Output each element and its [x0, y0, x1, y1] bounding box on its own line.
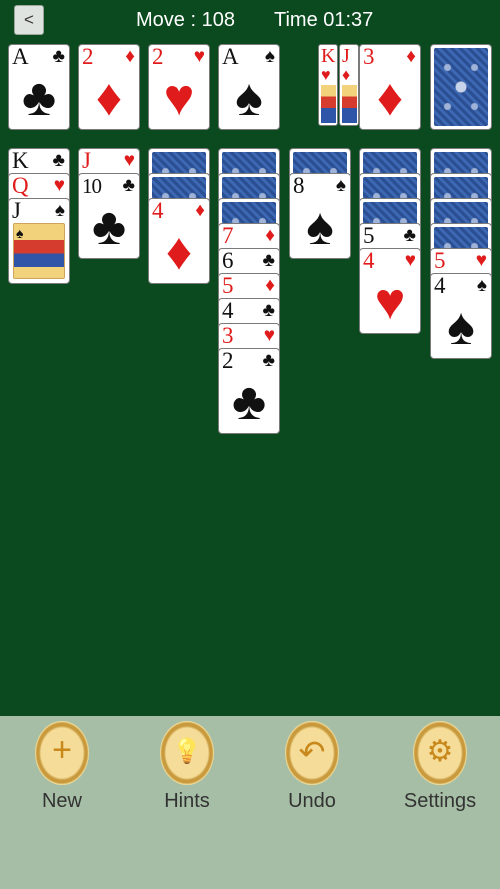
club-icon: ♣	[231, 373, 267, 431]
settings-button[interactable]: ⚙ Settings	[390, 721, 490, 813]
club-icon: ♣	[122, 175, 135, 196]
stock-pile[interactable]	[430, 44, 492, 130]
waste-card-jack: J ♦	[339, 44, 359, 126]
card-rank: 10	[82, 174, 102, 198]
card-rank: 8	[293, 173, 305, 198]
spade-icon: ♠	[235, 69, 263, 127]
club-icon: ♣	[262, 250, 275, 271]
heart-icon: ♥	[193, 46, 205, 67]
card-rank: 3	[363, 44, 375, 69]
heart-icon: ♥	[321, 67, 331, 84]
card-rank: K	[321, 45, 336, 67]
bottom-toolbar: + New 💡 Hints ↶ Undo ⚙ Settings	[0, 716, 500, 889]
new-label: New	[41, 790, 82, 812]
heart-icon: ♥	[404, 250, 416, 271]
card-rank: J	[342, 45, 350, 67]
card-rank: 6	[222, 248, 234, 273]
lightbulb-icon: 💡	[160, 721, 214, 785]
diamond-icon: ♦	[406, 46, 416, 67]
plus-icon: +	[35, 721, 89, 785]
card-rank: 7	[222, 223, 234, 248]
diamond-icon: ♦	[95, 69, 123, 127]
jack-portrait: ♠	[13, 223, 65, 279]
card-rank: 2	[152, 44, 164, 69]
card-rank: K	[12, 148, 29, 173]
card-rank: 5	[363, 223, 375, 248]
foundation-diamonds[interactable]: 2 ♦ ♦	[78, 44, 140, 130]
diamond-icon: ♦	[376, 69, 404, 127]
undo-button[interactable]: ↶ Undo	[262, 721, 362, 813]
diamond-icon: ♦	[342, 67, 351, 84]
tableau-card[interactable]: 2 ♣ ♣	[218, 348, 280, 434]
undo-icon: ↶	[285, 721, 339, 785]
card-rank: A	[12, 44, 29, 69]
tableau-card[interactable]: J ♠ ♠	[8, 198, 70, 284]
card-rank: 2	[82, 44, 94, 69]
club-icon: ♣	[52, 150, 65, 171]
timer: Time 01:37	[274, 9, 374, 31]
undo-label: Undo	[288, 790, 336, 812]
tableau-card[interactable]: 10 ♣ ♣	[78, 173, 140, 259]
club-icon: ♣	[91, 198, 127, 256]
new-game-button[interactable]: + New	[12, 721, 112, 813]
foundation-hearts[interactable]: 2 ♥ ♥	[148, 44, 210, 130]
foundation-clubs[interactable]: A ♣ ♣	[8, 44, 70, 130]
card-rank: 4	[434, 273, 446, 298]
move-counter: Move : 108	[136, 9, 235, 31]
heart-icon: ♥	[163, 69, 195, 127]
card-rank: 5	[434, 248, 446, 273]
club-icon: ♣	[52, 46, 65, 67]
card-rank: 4	[222, 298, 234, 323]
hints-label: Hints	[164, 790, 210, 812]
diamond-icon: ♦	[165, 223, 193, 281]
back-button[interactable]: <	[14, 5, 44, 35]
heart-icon: ♥	[263, 325, 275, 346]
tableau-card[interactable]: 8 ♠ ♠	[289, 173, 351, 259]
hints-button[interactable]: 💡 Hints	[137, 721, 237, 813]
spade-icon: ♠	[306, 198, 334, 256]
spade-icon: ♠	[264, 46, 275, 67]
foundation-spades[interactable]: A ♠ ♠	[218, 44, 280, 130]
diamond-icon: ♦	[125, 46, 135, 67]
club-icon: ♣	[21, 69, 57, 127]
diamond-icon: ♦	[195, 200, 205, 221]
heart-icon: ♥	[123, 150, 135, 171]
card-rank: Q	[12, 173, 29, 198]
card-rank: A	[222, 44, 239, 69]
card-rank: J	[12, 198, 21, 223]
heart-icon: ♥	[53, 175, 65, 196]
jack-portrait	[342, 85, 357, 123]
tableau-card[interactable]: 4 ♠ ♠	[430, 273, 492, 359]
card-rank: 5	[222, 273, 234, 298]
card-rank: J	[82, 148, 91, 173]
card-rank: 2	[222, 348, 234, 373]
header-bar: < Move : 108 Time 01:37	[0, 0, 500, 40]
diamond-icon: ♦	[265, 275, 275, 296]
club-icon: ♣	[262, 300, 275, 321]
gear-icon: ⚙	[413, 721, 467, 785]
king-portrait	[321, 85, 336, 123]
spade-icon: ♠	[16, 225, 24, 241]
heart-icon: ♥	[374, 273, 406, 331]
tableau-card[interactable]: 4 ♥ ♥	[359, 248, 421, 334]
club-icon: ♣	[262, 350, 275, 371]
card-rank: 4	[363, 248, 375, 273]
spade-icon: ♠	[476, 275, 487, 296]
card-rank: 4	[152, 198, 164, 223]
card-rank: 3	[222, 323, 234, 348]
settings-label: Settings	[403, 790, 477, 812]
heart-icon: ♥	[475, 250, 487, 271]
waste-card-king: K ♥	[318, 44, 338, 126]
spade-icon: ♠	[335, 175, 346, 196]
waste-top-card[interactable]: 3 ♦ ♦	[359, 44, 421, 130]
tableau-card[interactable]: 4 ♦ ♦	[148, 198, 210, 284]
club-icon: ♣	[403, 225, 416, 246]
diamond-icon: ♦	[265, 225, 275, 246]
spade-icon: ♠	[54, 200, 65, 221]
spade-icon: ♠	[447, 298, 475, 356]
